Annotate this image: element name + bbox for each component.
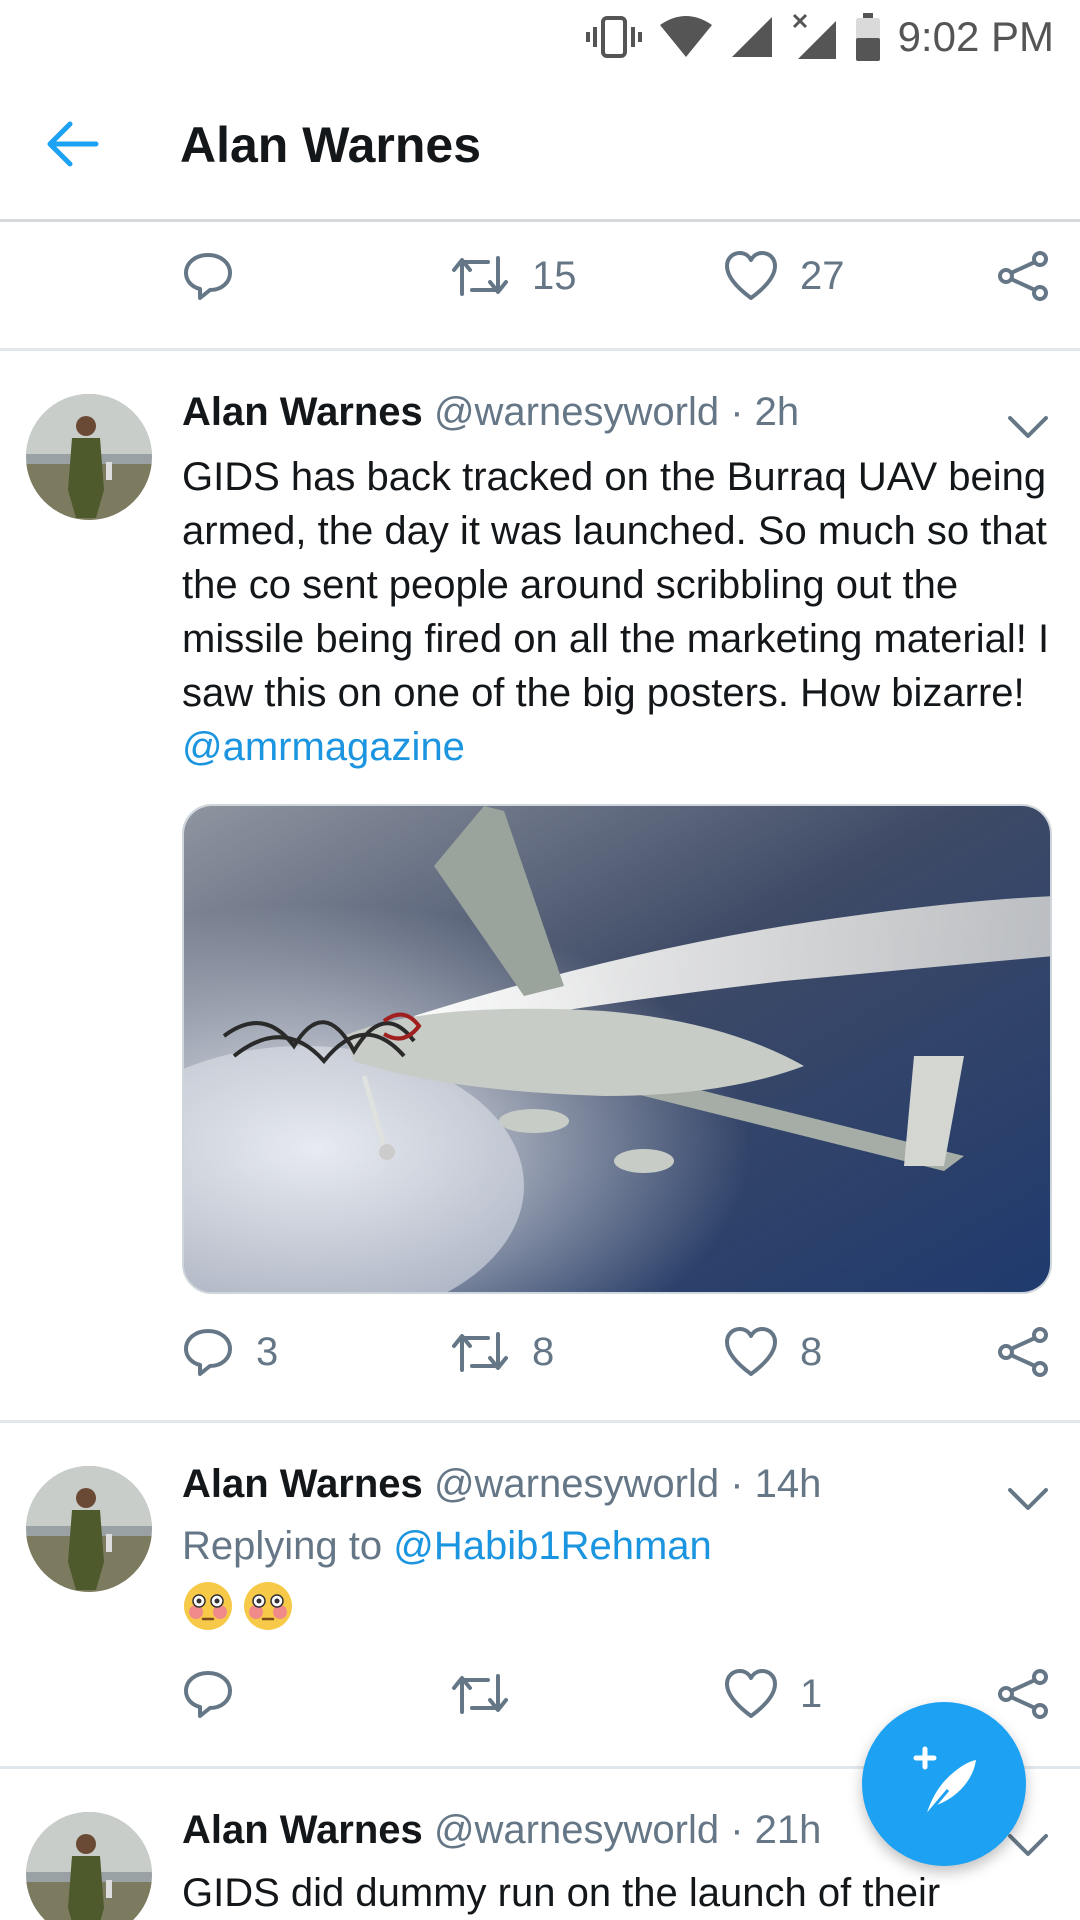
page-title: Alan Warnes (180, 117, 482, 173)
heart-icon (725, 251, 777, 300)
avatar[interactable] (26, 1466, 152, 1592)
arrow-left-icon[interactable] (44, 118, 100, 170)
retweet-icon (452, 1332, 508, 1372)
like-count: 8 (800, 1329, 823, 1374)
heart-icon (725, 1327, 777, 1376)
compose-tweet-button[interactable] (862, 1702, 1026, 1866)
reply-count: 3 (256, 1329, 279, 1374)
retweet-button[interactable]: 15 (450, 236, 577, 316)
author-name[interactable]: Alan Warnes (182, 1462, 423, 1506)
tweet-divider (0, 1420, 1080, 1423)
tweet-text: GIDS did dummy run on the launch of thei… (182, 1871, 941, 1915)
tweet-divider (0, 348, 1080, 351)
retweet-icon (452, 1674, 508, 1714)
avatar[interactable] (26, 1812, 152, 1920)
heart-icon (725, 1669, 777, 1718)
share-button[interactable] (996, 1654, 1052, 1734)
signal-icon (731, 17, 772, 57)
retweet-button[interactable] (450, 1654, 510, 1734)
retweet-icon (452, 256, 508, 296)
chevron-down-icon[interactable] (1004, 1484, 1052, 1514)
reply-icon (184, 1671, 232, 1718)
author-handle-time: @warnesyworld · 21h (433, 1808, 822, 1852)
tweet-actions: 3 8 8 (0, 1312, 1080, 1392)
retweet-count: 8 (532, 1329, 555, 1374)
avatar[interactable] (26, 394, 152, 520)
status-bar: 9:02 PM (0, 0, 1080, 72)
reply-icon (184, 1329, 232, 1376)
tweet-text-content: GIDS has back tracked on the Burraq UAV … (182, 455, 1050, 715)
tweet-emoji (182, 1580, 294, 1632)
wifi-icon (659, 16, 712, 57)
like-button[interactable]: 27 (724, 236, 845, 316)
tweet-header: Alan Warnes @warnesyworld · 2h (182, 390, 799, 435)
share-icon (998, 1669, 1048, 1719)
share-icon (998, 251, 1048, 301)
author-name[interactable]: Alan Warnes (182, 390, 423, 434)
author-handle-time: @warnesyworld · 2h (433, 390, 800, 434)
reply-button[interactable] (182, 1654, 234, 1734)
tweet-text: GIDS has back tracked on the Burraq UAV … (182, 450, 1062, 774)
retweet-count: 15 (532, 253, 577, 298)
share-button[interactable] (996, 236, 1052, 316)
author-handle-time: @warnesyworld · 14h (433, 1462, 822, 1506)
chevron-down-icon[interactable] (1004, 1830, 1052, 1860)
signal-off-icon (792, 13, 836, 59)
app-bar: Alan Warnes (0, 72, 1080, 222)
share-button[interactable] (996, 1312, 1052, 1392)
status-time: 9:02 PM (897, 13, 1054, 60)
replying-to: Replying to @Habib1Rehman (182, 1524, 712, 1569)
chevron-down-icon[interactable] (1004, 412, 1052, 442)
reply-button[interactable] (182, 236, 234, 316)
vibrate-icon (585, 16, 642, 58)
tweet-actions: 15 27 (0, 236, 1080, 316)
battery-icon (855, 13, 880, 61)
share-icon (998, 1327, 1048, 1377)
retweet-button[interactable]: 8 (450, 1312, 554, 1392)
like-count: 1 (800, 1671, 823, 1716)
like-count: 27 (800, 253, 845, 298)
compose-feather-icon (913, 1746, 976, 1817)
like-button[interactable]: 8 (724, 1312, 822, 1392)
replying-to-label: Replying to (182, 1524, 394, 1568)
tweet-header: Alan Warnes @warnesyworld · 14h (182, 1462, 821, 1507)
reply-icon (184, 253, 232, 300)
reply-button[interactable]: 3 (182, 1312, 278, 1392)
flushed-face-emoji (184, 1582, 232, 1630)
reply-handle-link[interactable]: @Habib1Rehman (393, 1524, 712, 1568)
mention-link[interactable]: @amrmagazine (182, 725, 465, 769)
flushed-face-emoji (244, 1582, 292, 1630)
tweet-image[interactable] (182, 804, 1052, 1294)
like-button[interactable]: 1 (724, 1654, 822, 1734)
author-name[interactable]: Alan Warnes (182, 1808, 423, 1852)
tweet-header: Alan Warnes @warnesyworld · 21h (182, 1808, 821, 1853)
